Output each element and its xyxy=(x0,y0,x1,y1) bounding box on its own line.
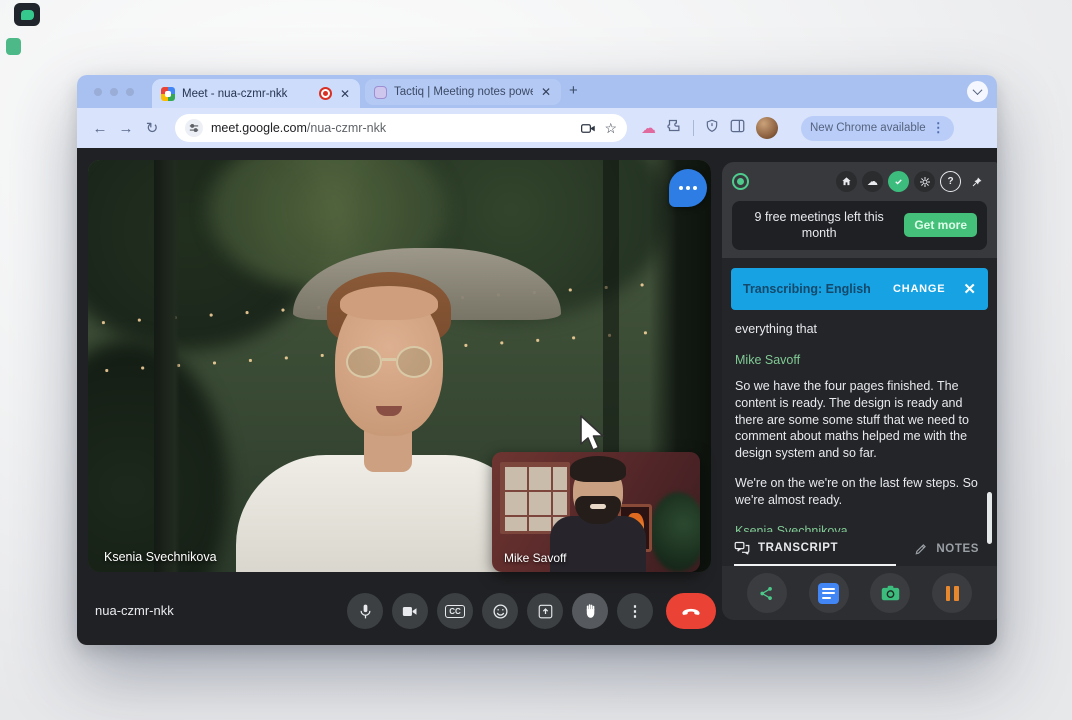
usage-text: 9 free meetings left this month xyxy=(742,209,896,242)
participant-hair xyxy=(570,456,626,482)
tab-meet[interactable]: Meet - nua-czmr-nkk ✕ xyxy=(152,79,360,108)
cloud-extension-icon[interactable]: ☁ xyxy=(641,119,656,137)
settings-gear-icon[interactable] xyxy=(914,171,935,192)
participant-glasses xyxy=(346,346,432,380)
participant-body xyxy=(236,455,536,572)
tab-title: Meet - nua-czmr-nkk xyxy=(182,88,312,100)
tab-search-chevron-icon[interactable] xyxy=(967,81,988,102)
google-docs-icon xyxy=(818,583,839,604)
home-icon[interactable] xyxy=(836,171,857,192)
tab-tactiq[interactable]: Tactiq | Meeting notes power ✕ xyxy=(365,79,561,105)
transcribing-label: Transcribing: English xyxy=(743,282,885,296)
scrollbar-thumb[interactable] xyxy=(987,492,992,544)
speaker-name: Mike Savoff xyxy=(735,352,984,369)
participant-mouth xyxy=(590,504,606,509)
pin-icon[interactable] xyxy=(966,171,987,192)
shield-extension-icon[interactable] xyxy=(705,118,719,138)
frame-beam-decor xyxy=(154,160,180,572)
pause-icon xyxy=(946,586,959,601)
get-more-button[interactable]: Get more xyxy=(904,213,977,237)
bookmark-star-icon[interactable]: ☆ xyxy=(604,120,617,137)
transcript-panel: everything that Mike Savoff So we have t… xyxy=(722,310,997,533)
transcript-line: everything that xyxy=(735,321,984,338)
transcribing-banner: Transcribing: English CHANGE ✕ xyxy=(731,268,988,310)
green-app-icon[interactable] xyxy=(6,38,21,55)
close-tab-icon[interactable]: ✕ xyxy=(339,87,351,101)
chat-bubble-app-icon[interactable] xyxy=(14,3,40,26)
tactiq-sidebar: ☁ ? 9 free meetings left t xyxy=(722,162,997,620)
privacy-shield-icon[interactable] xyxy=(888,171,909,192)
meet-favicon-icon xyxy=(161,87,175,101)
participant-video-pip[interactable]: Mike Savoff xyxy=(492,452,700,572)
sidebar-tabs: TRANSCRIPT NOTES xyxy=(722,532,997,566)
chrome-update-button[interactable]: New Chrome available ⋮ xyxy=(801,116,954,141)
change-language-button[interactable]: CHANGE xyxy=(893,283,945,295)
extensions-area: ☁ New Chrome available ⋮ xyxy=(641,116,954,141)
toolbar-divider xyxy=(693,120,694,136)
close-banner-icon[interactable]: ✕ xyxy=(963,280,976,298)
usage-card: 9 free meetings left this month Get more xyxy=(732,201,987,250)
window-traffic-lights[interactable] xyxy=(94,88,134,96)
back-button[interactable]: ← xyxy=(87,120,113,137)
share-button[interactable] xyxy=(747,573,787,613)
browser-menu-icon[interactable]: ⋮ xyxy=(932,120,945,136)
speaker-name: Ksenia Svechnikova xyxy=(735,523,984,532)
transcript-line: We're on the we're on the last few steps… xyxy=(735,475,984,509)
raise-hand-button[interactable] xyxy=(572,593,608,629)
meet-controls: CC ⋮ xyxy=(347,593,716,629)
recording-indicator-icon xyxy=(319,87,332,100)
participant-name-label: Mike Savoff xyxy=(504,551,566,565)
reload-button[interactable]: ↻ xyxy=(139,119,165,137)
side-panel-icon[interactable] xyxy=(730,119,745,138)
forward-button[interactable]: → xyxy=(113,120,139,137)
close-tab-icon[interactable]: ✕ xyxy=(540,85,552,99)
microphone-button[interactable] xyxy=(347,593,383,629)
site-settings-icon[interactable] xyxy=(185,119,203,137)
tab-title: Tactiq | Meeting notes power xyxy=(394,86,533,98)
extensions-puzzle-icon[interactable] xyxy=(667,118,682,138)
present-screen-button[interactable] xyxy=(527,593,563,629)
pause-transcription-button[interactable] xyxy=(932,573,972,613)
browser-window: Meet - nua-czmr-nkk ✕ Tactiq | Meeting n… xyxy=(77,75,997,645)
transcript-line: So we have the four pages finished. The … xyxy=(735,378,984,462)
participant-name-label: Ksenia Svechnikova xyxy=(104,550,217,564)
meet-page: Ksenia Svechnikova Mike Savoff nua-czmr-… xyxy=(77,148,997,645)
tactiq-floating-widget[interactable] xyxy=(669,169,707,207)
more-options-button[interactable]: ⋮ xyxy=(617,593,653,629)
chat-glyph xyxy=(21,10,34,20)
profile-avatar[interactable] xyxy=(756,117,778,139)
screenshot-button[interactable] xyxy=(870,573,910,613)
browser-toolbar: ← → ↻ meet.google.com/nua-czmr-nkk ☆ ☁ xyxy=(77,108,997,148)
mouse-cursor xyxy=(578,414,606,459)
captions-button[interactable]: CC xyxy=(437,593,473,629)
tab-notes[interactable]: NOTES xyxy=(914,542,985,556)
tab-transcript[interactable]: TRANSCRIPT xyxy=(734,532,896,566)
url-text: meet.google.com/nua-czmr-nkk xyxy=(211,121,573,135)
meeting-code-label: nua-czmr-nkk xyxy=(95,603,174,618)
tactiq-favicon-icon xyxy=(374,86,387,99)
sidebar-actions xyxy=(722,566,997,620)
camera-permission-icon[interactable] xyxy=(581,122,596,135)
address-bar[interactable]: meet.google.com/nua-czmr-nkk ☆ xyxy=(175,114,627,142)
new-tab-button[interactable]: + xyxy=(569,82,578,99)
google-doc-button[interactable] xyxy=(809,573,849,613)
participant-hair xyxy=(340,286,438,320)
tactiq-header: ☁ ? 9 free meetings left t xyxy=(722,162,997,258)
cloud-sync-icon[interactable]: ☁ xyxy=(862,171,883,192)
tactiq-logo-icon xyxy=(732,173,749,190)
end-call-button[interactable] xyxy=(666,593,716,629)
camera-button[interactable] xyxy=(392,593,428,629)
reactions-button[interactable] xyxy=(482,593,518,629)
plant-decor xyxy=(650,492,700,572)
help-icon[interactable]: ? xyxy=(940,171,961,192)
tab-strip: Meet - nua-czmr-nkk ✕ Tactiq | Meeting n… xyxy=(77,75,997,108)
